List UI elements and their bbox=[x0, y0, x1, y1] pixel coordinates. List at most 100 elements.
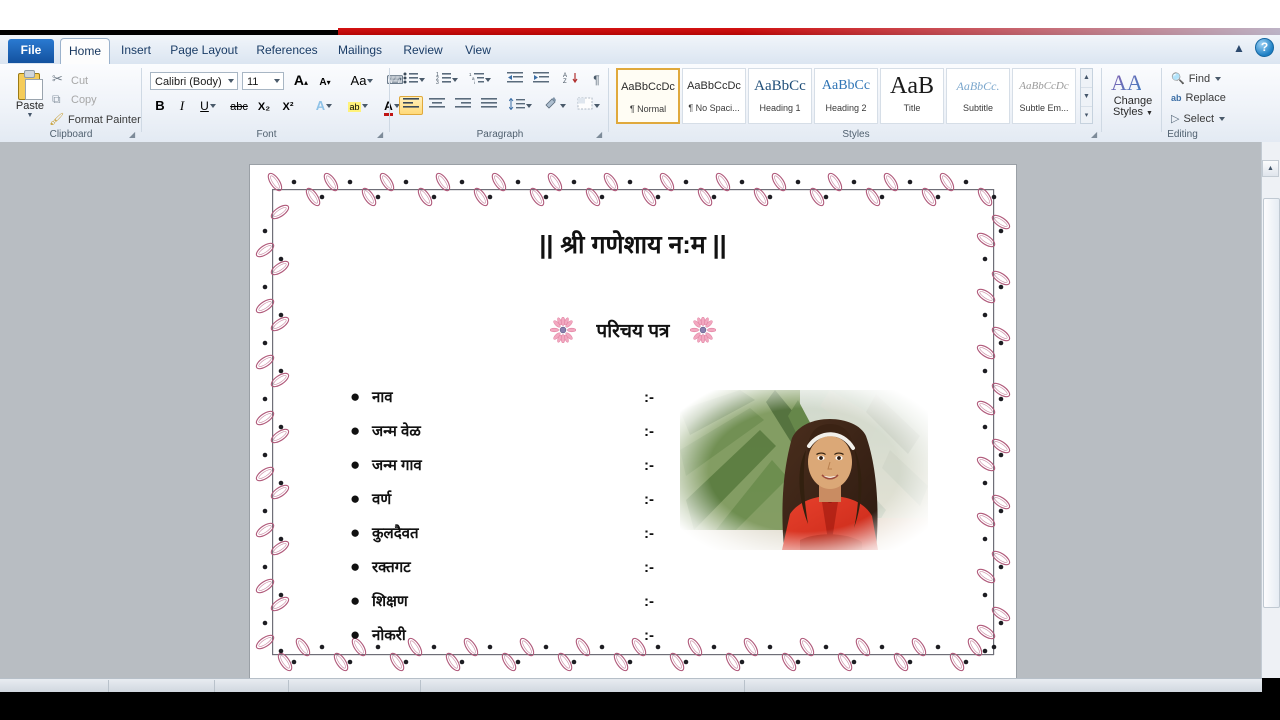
format-painter-label: Format Painter bbox=[68, 113, 141, 126]
style-item-no-spacing[interactable]: AaBbCcDc ¶ No Spaci... bbox=[682, 68, 746, 124]
grow-font-button[interactable]: A▴ bbox=[290, 71, 312, 90]
style-item-subtle-emphasis[interactable]: AaBbCcDс Subtle Em... bbox=[1012, 68, 1076, 124]
bullet-icon: ● bbox=[350, 625, 361, 644]
photo-of-girl-in-red-top bbox=[680, 390, 928, 550]
numbering-button[interactable]: 1 2 3 bbox=[432, 70, 462, 89]
group-label-paragraph: Paragraph bbox=[476, 129, 524, 140]
scrollbar-thumb[interactable] bbox=[1263, 198, 1280, 608]
styles-gallery-scroll[interactable]: ▲ ▼ ▾ bbox=[1080, 68, 1093, 124]
style-item-normal[interactable]: AaBbCcDc ¶ Normal bbox=[616, 68, 680, 124]
style-item-heading-1[interactable]: AaBbCс Heading 1 bbox=[748, 68, 812, 124]
clipboard-dialog-launcher[interactable]: ◢ bbox=[129, 130, 138, 139]
field-colon-marker: :- bbox=[644, 457, 654, 474]
font-size-combo[interactable]: 11 bbox=[242, 72, 284, 90]
underline-button[interactable]: U bbox=[194, 96, 222, 115]
highlight-icon: ab bbox=[348, 102, 361, 112]
tab-view[interactable]: View bbox=[455, 38, 501, 64]
vertical-scrollbar[interactable]: ▲ bbox=[1261, 142, 1280, 678]
shading-button[interactable] bbox=[539, 96, 569, 115]
tab-home[interactable]: Home bbox=[60, 38, 110, 66]
cut-button[interactable]: Cut bbox=[52, 71, 88, 88]
subscript-button[interactable]: X₂ bbox=[253, 96, 275, 115]
tab-insert[interactable]: Insert bbox=[112, 38, 160, 64]
line-spacing-button[interactable] bbox=[505, 96, 535, 115]
field-colon-marker: :- bbox=[644, 627, 654, 644]
pilcrow-icon: ¶ bbox=[593, 73, 600, 87]
tab-references[interactable]: References bbox=[248, 38, 326, 64]
styles-scroll-up-icon[interactable]: ▲ bbox=[1081, 69, 1092, 88]
field-label: नाव bbox=[372, 389, 393, 406]
help-icon[interactable]: ? bbox=[1255, 38, 1274, 57]
field-list: ● नाव:- ● जन्म वेळ:- ● जन्म गाव:- ● वर्ण:- ● कुलद… bbox=[350, 387, 680, 659]
grow-font-label: A bbox=[293, 72, 305, 88]
shrink-font-button[interactable]: A▾ bbox=[314, 71, 336, 90]
tab-review[interactable]: Review bbox=[394, 38, 452, 64]
align-right-icon bbox=[455, 98, 471, 108]
field-label: शिक्षण bbox=[372, 593, 408, 610]
sort-button[interactable]: AZ bbox=[559, 70, 583, 89]
replace-icon: ab bbox=[1171, 93, 1182, 103]
styles-dialog-launcher[interactable]: ◢ bbox=[1091, 130, 1100, 139]
field-colon-marker: :- bbox=[644, 491, 654, 508]
align-center-button[interactable] bbox=[425, 96, 449, 115]
change-case-button[interactable]: Aa bbox=[345, 71, 379, 90]
collapse-ribbon-icon[interactable]: ▲ bbox=[1231, 40, 1247, 56]
style-item-subtitle[interactable]: AaBbCc. Subtitle bbox=[946, 68, 1010, 124]
group-label-font: Font bbox=[256, 129, 277, 140]
paste-button[interactable]: Paste ▼ bbox=[10, 70, 50, 119]
format-painter-button[interactable]: Format Painter bbox=[49, 112, 141, 127]
decrease-indent-button[interactable] bbox=[503, 70, 527, 89]
italic-button[interactable]: I bbox=[172, 96, 192, 115]
superscript-button[interactable]: X² bbox=[277, 96, 299, 115]
paste-label: Paste bbox=[15, 100, 45, 112]
style-item-title[interactable]: AaB Title bbox=[880, 68, 944, 124]
align-left-button[interactable] bbox=[399, 96, 423, 115]
field-label: कुलदैवत bbox=[372, 525, 419, 542]
styles-more-icon[interactable]: ▾ bbox=[1081, 107, 1092, 125]
letterbox-bottom bbox=[0, 692, 1280, 720]
increase-indent-button[interactable] bbox=[529, 70, 553, 89]
replace-button[interactable]: ab Replace bbox=[1171, 92, 1226, 104]
multilevel-list-button[interactable]: 1 a i bbox=[465, 70, 495, 89]
tab-file[interactable]: File bbox=[8, 39, 54, 63]
show-marks-button[interactable]: ¶ bbox=[587, 70, 606, 89]
group-styles: AaBbCcDc ¶ Normal AaBbCcDc ¶ No Spaci...… bbox=[610, 64, 1102, 142]
bold-button[interactable]: B bbox=[150, 96, 170, 115]
flower-icon bbox=[689, 317, 716, 343]
svg-text:Z: Z bbox=[563, 79, 567, 84]
tab-page-layout[interactable]: Page Layout bbox=[163, 38, 245, 64]
field-label: रक्तगट bbox=[372, 559, 411, 576]
select-button[interactable]: ▷ Select bbox=[1171, 112, 1226, 125]
find-button[interactable]: 🔍 Find bbox=[1171, 72, 1222, 85]
strikethrough-button[interactable]: abc bbox=[227, 96, 251, 115]
scroll-up-icon[interactable]: ▲ bbox=[1262, 160, 1279, 177]
shading-icon bbox=[544, 97, 556, 109]
style-item-heading-2[interactable]: AaBbCc Heading 2 bbox=[814, 68, 878, 124]
italic-label: I bbox=[179, 98, 185, 113]
align-right-button[interactable] bbox=[451, 96, 475, 115]
borders-button[interactable] bbox=[573, 96, 603, 115]
change-case-label: Aa bbox=[350, 73, 367, 88]
change-styles-icon: AA bbox=[1111, 70, 1143, 95]
paragraph-dialog-launcher[interactable]: ◢ bbox=[596, 130, 605, 139]
replace-label: Replace bbox=[1185, 92, 1226, 104]
cursor-icon: ▷ bbox=[1171, 113, 1180, 125]
copy-button[interactable]: Copy bbox=[52, 92, 97, 107]
bullets-button[interactable] bbox=[399, 70, 429, 89]
decrease-indent-icon bbox=[507, 72, 523, 83]
font-dialog-launcher[interactable]: ◢ bbox=[377, 130, 386, 139]
text-effects-button[interactable]: A bbox=[309, 96, 339, 115]
highlight-button[interactable]: ab bbox=[342, 96, 374, 115]
tab-mailings[interactable]: Mailings bbox=[329, 38, 391, 64]
font-family-value: Calibri (Body) bbox=[155, 76, 222, 88]
list-item: ● जन्म गाव:- bbox=[350, 455, 680, 489]
font-family-combo[interactable]: Calibri (Body) bbox=[150, 72, 238, 90]
group-label-styles: Styles bbox=[842, 129, 870, 140]
bullet-icon: ● bbox=[350, 421, 361, 440]
change-styles-button[interactable]: AA Change Styles ▼ bbox=[1111, 70, 1155, 119]
justify-button[interactable] bbox=[477, 96, 501, 115]
find-label: Find bbox=[1188, 72, 1211, 85]
styles-scroll-down-icon[interactable]: ▼ bbox=[1081, 88, 1092, 107]
increase-indent-icon bbox=[533, 72, 549, 83]
bullet-icon: ● bbox=[350, 455, 361, 474]
